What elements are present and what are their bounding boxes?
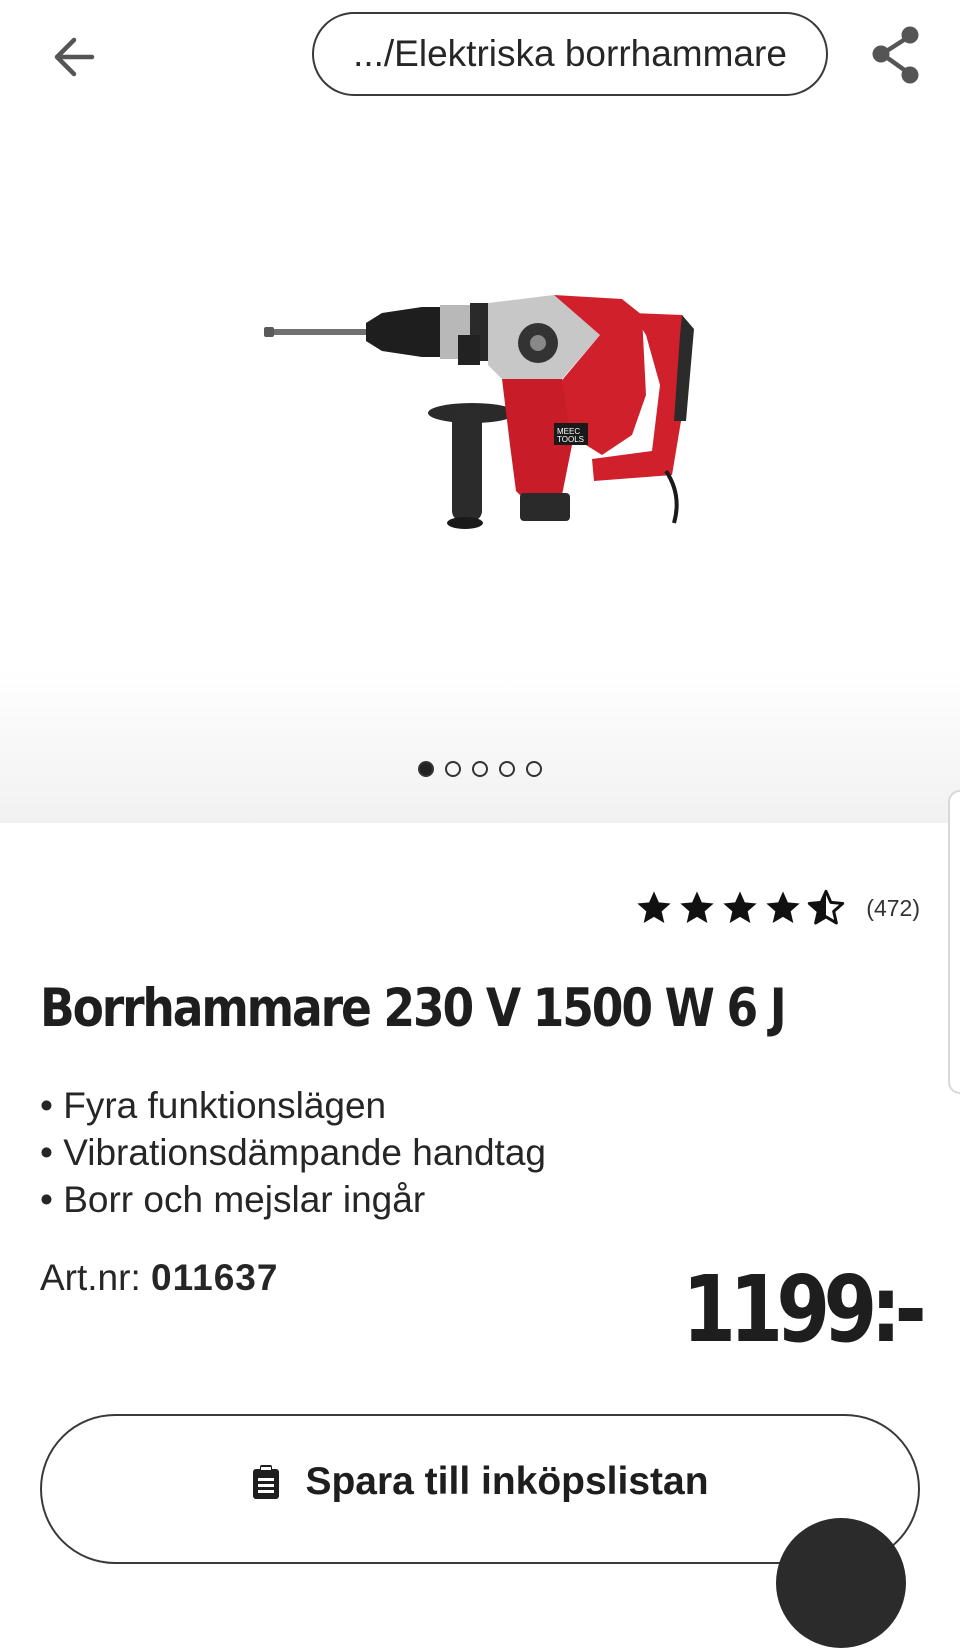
article-number-label: Art.nr: bbox=[40, 1257, 141, 1298]
rating-stars bbox=[634, 888, 846, 928]
article-number-value: 011637 bbox=[151, 1257, 279, 1298]
gallery-dot[interactable] bbox=[472, 761, 488, 777]
product-title: Borrhammare 230 V 1500 W 6 J bbox=[40, 978, 787, 1039]
product-rating[interactable]: (472) bbox=[634, 888, 920, 928]
gallery-dot[interactable] bbox=[445, 761, 461, 777]
star-icon bbox=[680, 891, 714, 923]
review-count[interactable]: (472) bbox=[866, 895, 920, 922]
floating-action-button[interactable] bbox=[776, 1518, 906, 1648]
save-button-label: Spara till inköpslistan bbox=[305, 1460, 709, 1503]
product-price: 1199:- bbox=[682, 1256, 926, 1363]
star-icon bbox=[766, 891, 800, 923]
gallery-dot[interactable] bbox=[499, 761, 515, 777]
gallery-dot[interactable] bbox=[526, 761, 542, 777]
product-image-gallery[interactable]: MEEC TOOLS bbox=[0, 115, 960, 823]
gallery-pagination bbox=[0, 761, 960, 777]
back-button[interactable] bbox=[44, 26, 106, 88]
share-button[interactable] bbox=[864, 22, 928, 88]
top-bar: .../Elektriska borrhammare bbox=[0, 0, 960, 115]
star-icon bbox=[723, 891, 757, 923]
hammer-drill-product-image: MEEC TOOLS bbox=[264, 295, 694, 529]
feature-item: Vibrationsdämpande handtag bbox=[40, 1129, 546, 1176]
feature-list: Fyra funktionslägen Vibrationsdämpande h… bbox=[40, 1082, 546, 1223]
clipboard-list-icon bbox=[253, 1465, 280, 1499]
arrow-left-icon bbox=[54, 37, 95, 77]
svg-text:TOOLS: TOOLS bbox=[557, 435, 584, 444]
half-star-icon bbox=[808, 889, 845, 925]
feature-item: Borr och mejslar ingår bbox=[40, 1176, 546, 1223]
star-icon bbox=[637, 891, 671, 923]
side-drawer-handle[interactable] bbox=[948, 790, 960, 1094]
article-number: Art.nr: 011637 bbox=[40, 1257, 278, 1299]
breadcrumb[interactable]: .../Elektriska borrhammare bbox=[312, 12, 828, 96]
save-to-shopping-list-button[interactable]: Spara till inköpslistan bbox=[40, 1414, 920, 1564]
feature-item: Fyra funktionslägen bbox=[40, 1082, 546, 1129]
share-icon bbox=[872, 26, 919, 84]
gallery-dot[interactable] bbox=[418, 761, 434, 777]
